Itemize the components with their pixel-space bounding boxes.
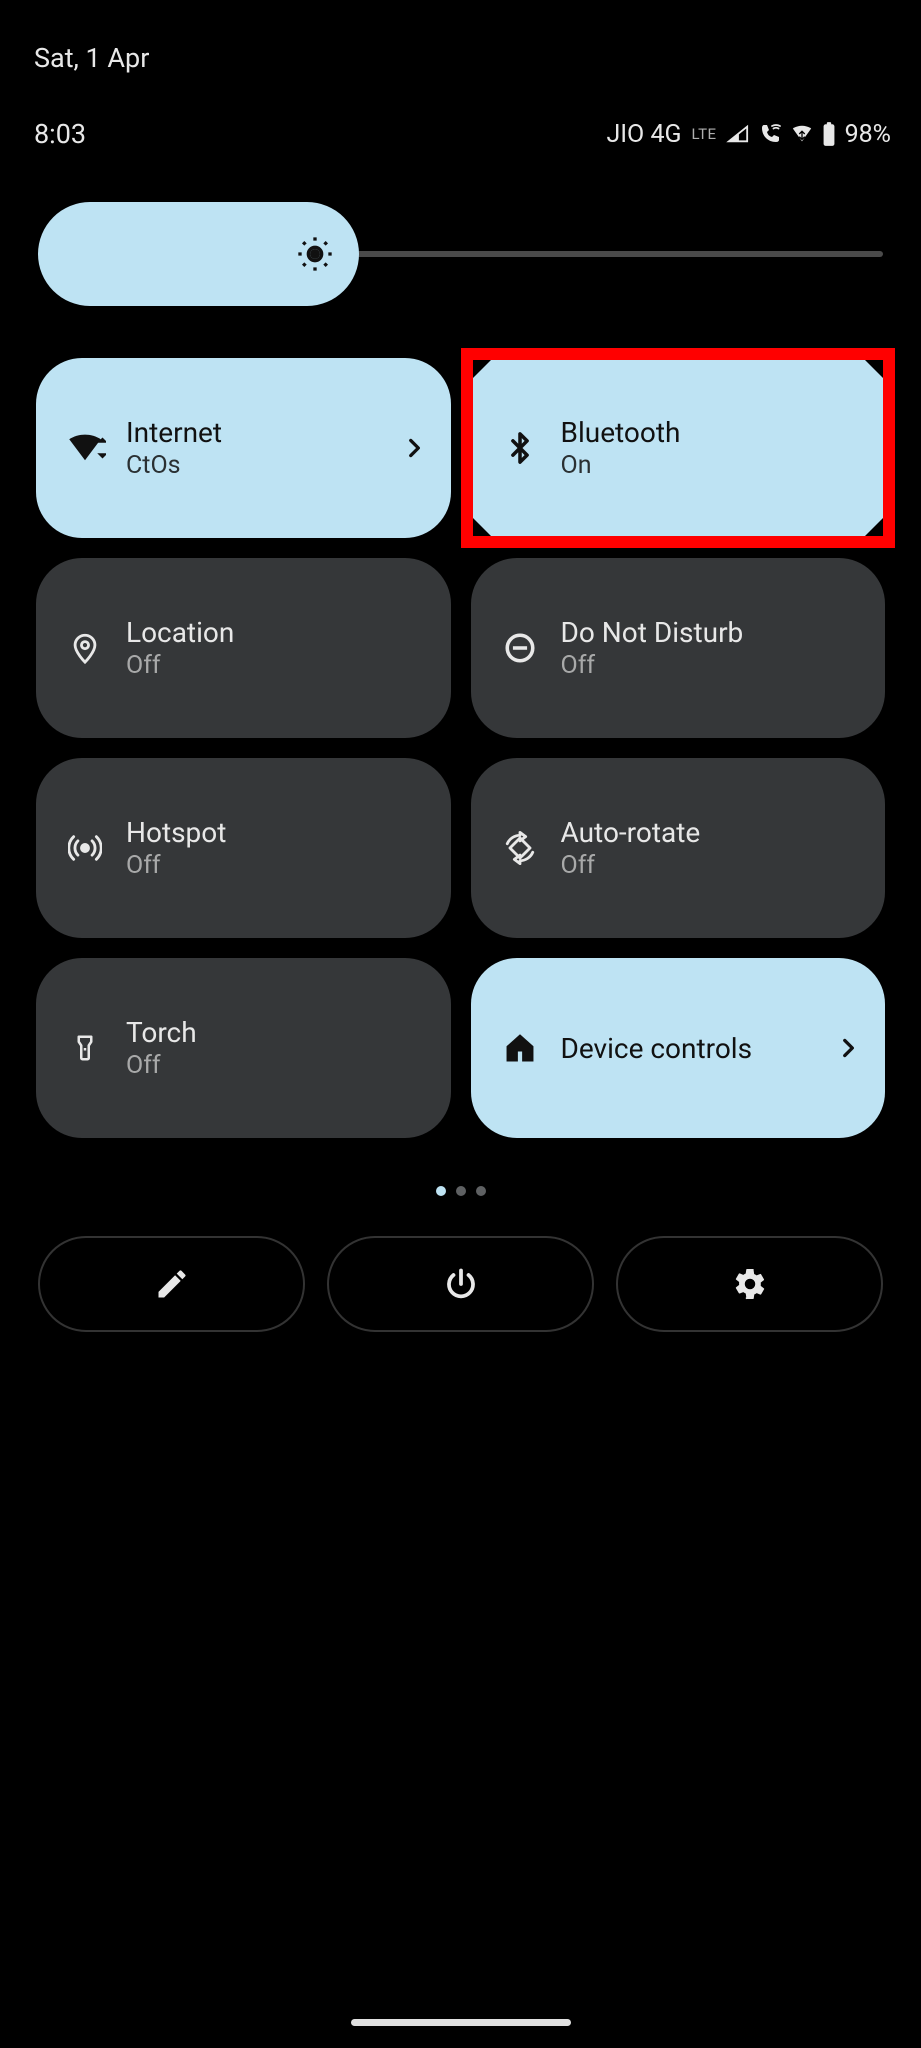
page-indicator [0,1138,921,1196]
chevron-right-icon [835,1035,861,1061]
tile-title: Auto-rotate [561,816,862,849]
tile-subtitle: On [561,451,862,480]
tile-subtitle: Off [561,651,862,680]
battery-percent: 98% [845,120,891,149]
home-icon [499,1027,541,1069]
tile-do-not-disturb[interactable]: Do Not Disturb Off [471,558,886,738]
power-button[interactable] [327,1236,594,1332]
date-label: Sat, 1 Apr [0,0,921,74]
pager-dot [476,1186,486,1196]
tile-title: Location [126,616,427,649]
hotspot-icon [64,827,106,869]
status-right: JIO 4G LTE 98% [606,120,891,149]
power-icon [443,1266,479,1302]
tile-title: Device controls [561,1032,816,1065]
tile-subtitle: Off [561,851,862,880]
tile-location[interactable]: Location Off [36,558,451,738]
tile-auto-rotate[interactable]: Auto-rotate Off [471,758,886,938]
chevron-right-icon [401,435,427,461]
tile-subtitle: Off [126,651,427,680]
battery-icon [821,121,837,147]
tile-title: Torch [126,1016,427,1049]
network-badge: LTE [692,125,717,143]
settings-button[interactable] [616,1236,883,1332]
tile-title: Bluetooth [561,416,862,449]
quick-tiles-grid: Internet CtOs Bluetooth On Location Off … [0,306,921,1138]
status-icons [725,121,837,147]
tile-hotspot[interactable]: Hotspot Off [36,758,451,938]
auto-rotate-icon [499,827,541,869]
bluetooth-icon [499,427,541,469]
tile-bluetooth[interactable]: Bluetooth On [471,358,886,538]
tile-title: Internet [126,416,381,449]
gesture-nav-bar[interactable] [351,2019,571,2026]
tile-internet[interactable]: Internet CtOs [36,358,451,538]
location-icon [64,627,106,669]
gear-icon [732,1266,768,1302]
brightness-slider[interactable] [38,202,883,306]
carrier-label: JIO 4G [606,120,681,149]
torch-icon [64,1027,106,1069]
pencil-icon [154,1266,190,1302]
signal-icon [725,123,751,145]
pager-dot [456,1186,466,1196]
tile-title: Do Not Disturb [561,616,862,649]
wifi-icon [64,427,106,469]
status-bar: 8:03 JIO 4G LTE 98% [0,74,921,150]
tile-device-controls[interactable]: Device controls [471,958,886,1138]
tile-subtitle: Off [126,851,427,880]
dnd-icon [499,627,541,669]
tile-torch[interactable]: Torch Off [36,958,451,1138]
brightness-icon [295,234,335,274]
status-time: 8:03 [34,118,86,150]
wifi-calling-icon [757,122,783,146]
brightness-thumb[interactable] [38,202,359,306]
tile-subtitle: CtOs [126,451,381,480]
tile-title: Hotspot [126,816,427,849]
footer-buttons [0,1196,921,1332]
tile-subtitle: Off [126,1051,427,1080]
pager-dot [436,1186,446,1196]
wifi-icon [789,123,815,145]
edit-button[interactable] [38,1236,305,1332]
